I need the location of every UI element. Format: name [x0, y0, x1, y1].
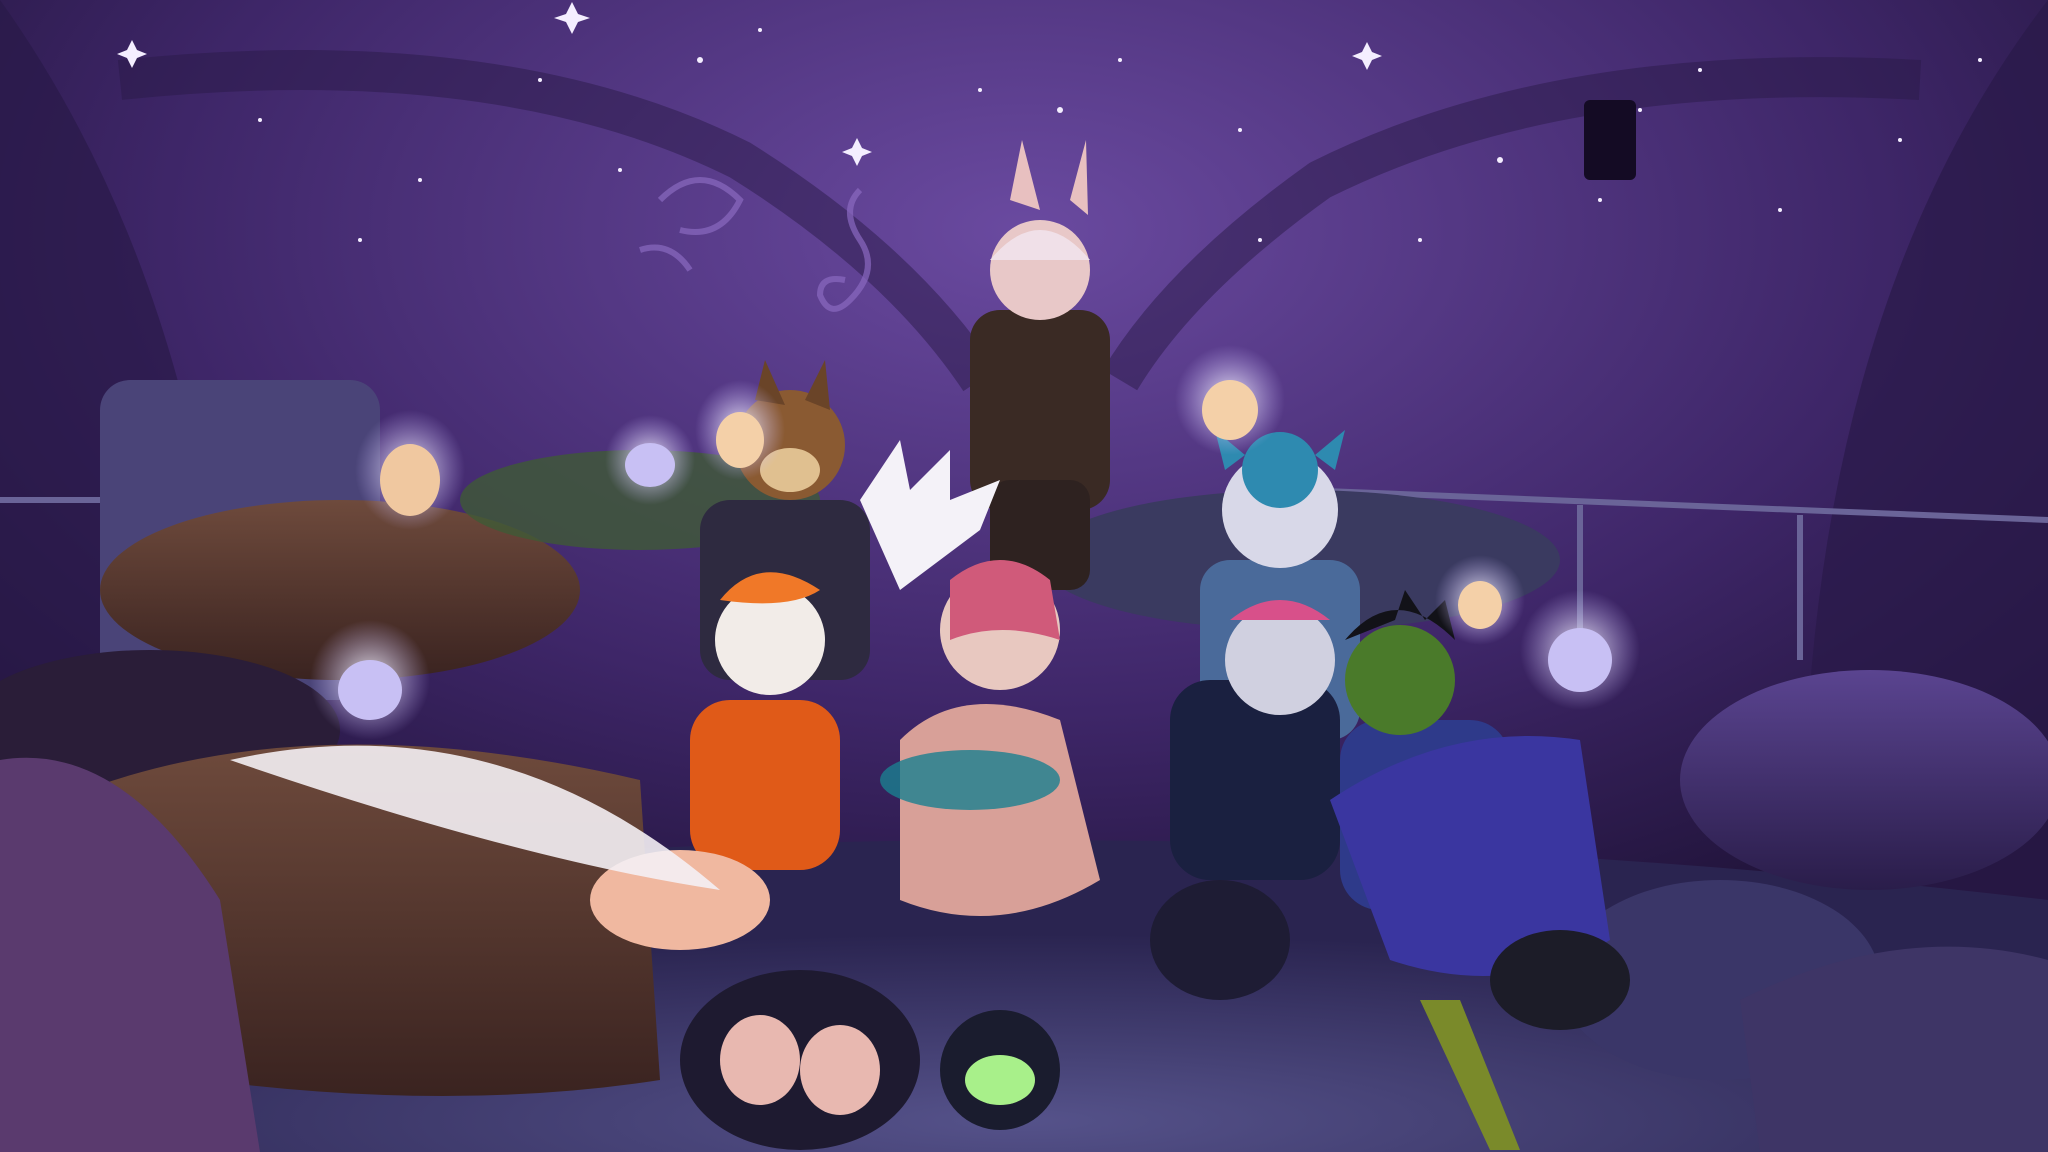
- glowing-fox-spirit: [1435, 555, 1525, 645]
- glowing-fox-spirit: [695, 380, 785, 480]
- glowing-fox-spirit: [355, 410, 465, 530]
- scene-illustration: [0, 0, 2048, 1152]
- glowing-fox-spirit: [1175, 345, 1285, 455]
- glowing-fox-spirit: [605, 415, 695, 505]
- glowing-fox-spirit: [310, 620, 430, 740]
- ceiling-light: [1584, 100, 1636, 180]
- glowing-fox-spirit: [1520, 590, 1640, 710]
- pillow: [1680, 670, 2048, 890]
- vr-photo-scene: [0, 0, 2048, 1152]
